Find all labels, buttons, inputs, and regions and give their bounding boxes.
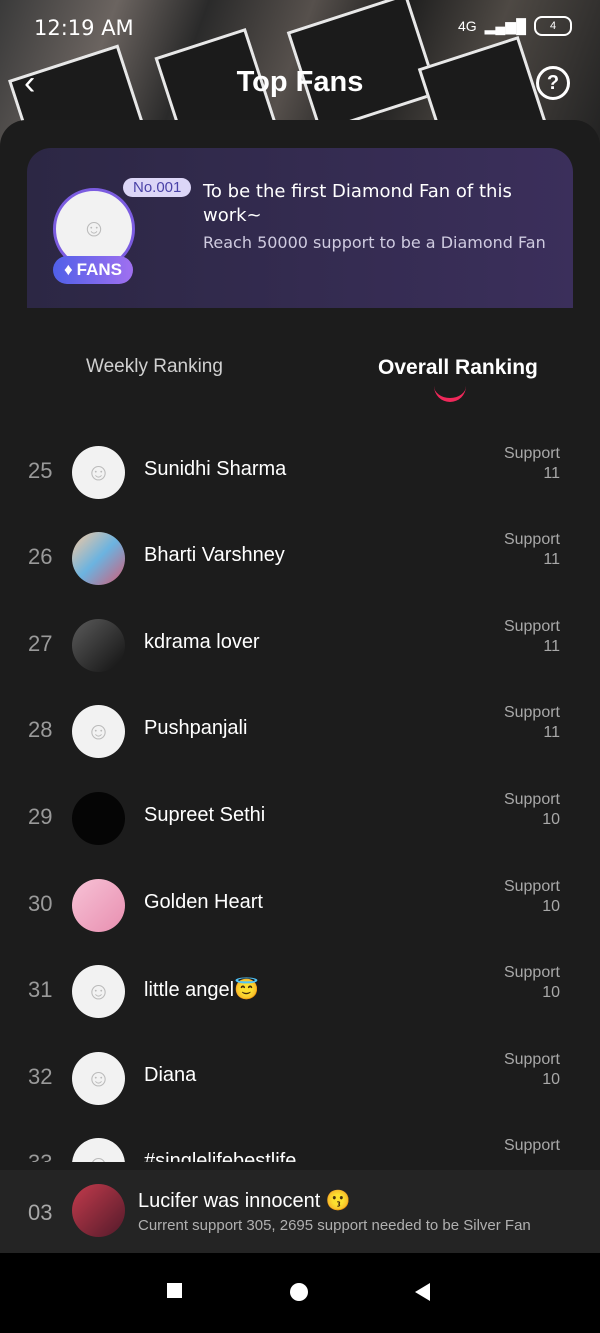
tab-overall-ranking[interactable]: Overall Ranking bbox=[378, 356, 538, 380]
banner-headline: To be the first Diamond Fan of this work… bbox=[203, 181, 512, 226]
recent-apps-icon[interactable] bbox=[167, 1283, 182, 1298]
fans-badge: ♦ FANS bbox=[53, 256, 133, 284]
status-time: 12:19 AM bbox=[34, 16, 134, 40]
support-label: Support bbox=[503, 1051, 560, 1068]
list-item[interactable]: 33 ☺ #singlelifebestlife Support bbox=[0, 1122, 600, 1162]
my-avatar bbox=[72, 1184, 125, 1237]
my-fan-name: Lucifer was innocent 😗 bbox=[138, 1190, 351, 1212]
fan-name: kdrama lover bbox=[144, 631, 260, 653]
face-icon: ☺ bbox=[86, 458, 111, 486]
diamond-fan-banner: ☺ ♦ FANS No.001 To be the first Diamond … bbox=[27, 148, 573, 308]
list-item[interactable]: 30 Golden Heart Support 10 bbox=[0, 863, 600, 949]
fan-name: #singlelifebestlife bbox=[144, 1150, 297, 1162]
list-item[interactable]: 28 ☺ Pushpanjali Support 11 bbox=[0, 689, 600, 775]
page-title: Top Fans bbox=[236, 66, 364, 98]
battery-icon: 4 bbox=[534, 16, 572, 36]
support-count: Support 11 bbox=[504, 617, 560, 657]
support-label: Support bbox=[503, 704, 560, 721]
support-value: 10 bbox=[542, 811, 560, 828]
support-count: Support 10 bbox=[504, 790, 560, 830]
fan-name: Golden Heart bbox=[144, 891, 263, 913]
help-icon[interactable]: ? bbox=[536, 66, 570, 100]
face-icon: ☺ bbox=[86, 717, 111, 745]
ranking-tabs: Weekly Ranking Overall Ranking bbox=[0, 340, 600, 400]
support-value: 11 bbox=[543, 551, 560, 568]
face-icon: ☺ bbox=[81, 215, 107, 242]
rank-number: 33 bbox=[28, 1150, 52, 1162]
my-rank-number: 03 bbox=[28, 1200, 53, 1225]
ranking-list[interactable]: 25 ☺ Sunidhi Sharma Support 11 26 Bharti… bbox=[0, 406, 600, 1162]
fans-label: FANS bbox=[76, 260, 123, 279]
support-label: Support bbox=[503, 445, 560, 462]
support-value: 11 bbox=[543, 465, 560, 482]
rank-number: 25 bbox=[28, 458, 53, 483]
face-icon: ☺ bbox=[86, 977, 111, 1005]
signal-icon: ▂▄▆█ bbox=[484, 17, 526, 34]
fan-name: Sunidhi Sharma bbox=[144, 458, 287, 480]
nav-bar: ‹ Top Fans ? bbox=[0, 58, 600, 110]
support-label: Support bbox=[503, 618, 560, 635]
avatar: ☺ bbox=[72, 1052, 125, 1105]
support-count: Support bbox=[504, 1136, 560, 1156]
tab-weekly-ranking[interactable]: Weekly Ranking bbox=[86, 356, 223, 378]
rank-number-badge: No.001 bbox=[123, 178, 192, 197]
my-support-progress: Current support 305, 2695 support needed… bbox=[138, 1217, 531, 1234]
avatar: ☺ bbox=[72, 1138, 125, 1162]
status-icons: 4G ▂▄▆█ 4 bbox=[458, 16, 572, 36]
support-label: Support bbox=[503, 791, 560, 808]
content-sheet: ☺ ♦ FANS No.001 To be the first Diamond … bbox=[0, 120, 600, 1253]
list-item[interactable]: 32 ☺ Diana Support 10 bbox=[0, 1036, 600, 1122]
list-item[interactable]: 25 ☺ Sunidhi Sharma Support 11 bbox=[0, 430, 600, 516]
support-count: Support 10 bbox=[504, 963, 560, 1003]
avatar: ☺ bbox=[72, 705, 125, 758]
support-value: 10 bbox=[542, 898, 560, 915]
support-count: Support 11 bbox=[504, 530, 560, 570]
status-bar: 12:19 AM 4G ▂▄▆█ 4 bbox=[0, 0, 600, 58]
avatar bbox=[72, 879, 125, 932]
avatar bbox=[72, 792, 125, 845]
avatar: ☺ bbox=[72, 965, 125, 1018]
support-label: Support bbox=[503, 531, 560, 548]
support-label: Support bbox=[503, 1137, 560, 1154]
my-ranking-row[interactable]: 03 Lucifer was innocent 😗 Current suppor… bbox=[0, 1170, 600, 1253]
diamond-icon: ♦ bbox=[63, 260, 73, 279]
avatar: ☺ bbox=[72, 446, 125, 499]
support-value: 10 bbox=[542, 984, 560, 1001]
support-count: Support 11 bbox=[504, 444, 560, 484]
support-label: Support bbox=[503, 878, 560, 895]
support-value: 11 bbox=[543, 724, 560, 741]
support-value: 10 bbox=[542, 1071, 560, 1088]
system-back-icon[interactable] bbox=[415, 1283, 430, 1301]
rank-number: 28 bbox=[28, 717, 53, 742]
support-count: Support 11 bbox=[504, 703, 560, 743]
home-icon[interactable] bbox=[290, 1283, 308, 1301]
support-label: Support bbox=[503, 964, 560, 981]
rank-number: 30 bbox=[28, 891, 53, 916]
rank-number: 32 bbox=[28, 1064, 53, 1089]
face-icon: ☺ bbox=[86, 1151, 111, 1163]
banner-subtext: Reach 50000 support to be a Diamond Fan bbox=[203, 233, 546, 252]
avatar bbox=[72, 619, 125, 672]
support-count: Support 10 bbox=[504, 1050, 560, 1090]
face-icon: ☺ bbox=[86, 1064, 111, 1092]
list-item[interactable]: 29 Supreet Sethi Support 10 bbox=[0, 776, 600, 862]
rank-number: 31 bbox=[28, 977, 53, 1002]
list-item[interactable]: 31 ☺ little angel😇 Support 10 bbox=[0, 949, 600, 1035]
list-item[interactable]: 26 Bharti Varshney Support 11 bbox=[0, 516, 600, 602]
fan-name: Bharti Varshney bbox=[144, 544, 285, 566]
avatar bbox=[72, 532, 125, 585]
support-count: Support 10 bbox=[504, 877, 560, 917]
rank-number: 26 bbox=[28, 544, 53, 569]
rank-number: 27 bbox=[28, 631, 53, 656]
network-label: 4G bbox=[457, 18, 477, 34]
list-item[interactable]: 27 kdrama lover Support 11 bbox=[0, 603, 600, 689]
support-value: 11 bbox=[543, 638, 560, 655]
fan-name: little angel😇 bbox=[144, 979, 259, 1001]
system-navigation-bar bbox=[0, 1253, 600, 1333]
fan-name: Supreet Sethi bbox=[144, 804, 266, 826]
fan-name: Diana bbox=[144, 1064, 197, 1086]
fan-name: Pushpanjali bbox=[144, 717, 248, 739]
rank-number: 29 bbox=[28, 804, 53, 829]
